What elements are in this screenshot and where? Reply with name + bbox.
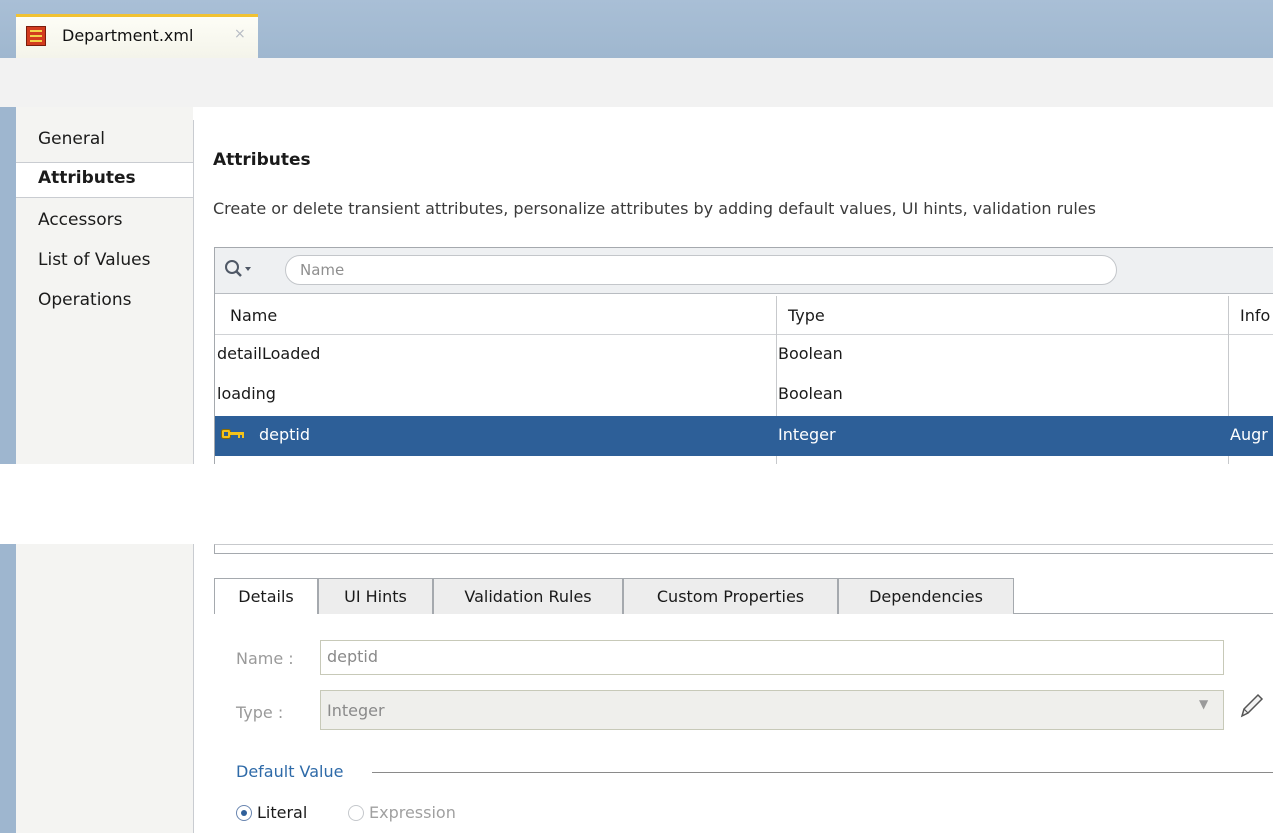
nav-item-list-of-values[interactable]: List of Values bbox=[38, 250, 150, 270]
radio-literal-label: Literal bbox=[257, 803, 308, 822]
nav-item-attributes[interactable]: Attributes bbox=[38, 168, 136, 188]
page-description: Create or delete transient attributes, p… bbox=[213, 199, 1096, 218]
panel-gap bbox=[0, 464, 1273, 544]
name-label: Name : bbox=[236, 649, 294, 668]
table-search-bar bbox=[215, 248, 1273, 294]
table-row-selected[interactable]: deptid Integer Augr bbox=[215, 416, 1273, 456]
default-value-section-title: Default Value bbox=[236, 762, 344, 781]
cell-type: Boolean bbox=[778, 384, 843, 403]
tab-ui-hints[interactable]: UI Hints bbox=[318, 578, 433, 614]
chevron-down-icon[interactable]: ▼ bbox=[1199, 697, 1208, 711]
cell-name: detailLoaded bbox=[217, 344, 321, 363]
tab-dependencies[interactable]: Dependencies bbox=[838, 578, 1014, 614]
cell-name: deptid bbox=[259, 425, 311, 444]
radio-expression-label: Expression bbox=[369, 803, 456, 822]
close-icon[interactable]: × bbox=[234, 26, 246, 42]
pencil-icon[interactable] bbox=[1236, 690, 1266, 720]
cell-name: loading bbox=[217, 384, 276, 403]
name-field[interactable]: deptid bbox=[320, 640, 1224, 675]
editor-tab-title: Department.xml bbox=[62, 26, 194, 45]
nav-item-general[interactable]: General bbox=[38, 129, 105, 149]
tab-details[interactable]: Details bbox=[214, 578, 318, 614]
table-row[interactable]: detailLoaded Boolean bbox=[215, 335, 1273, 375]
page-title: Attributes bbox=[213, 150, 311, 170]
radio-expression[interactable] bbox=[348, 805, 364, 821]
xml-file-icon bbox=[26, 26, 46, 46]
editor-toolbar bbox=[0, 58, 1273, 107]
key-icon bbox=[221, 429, 244, 439]
nav-item-operations[interactable]: Operations bbox=[38, 290, 131, 310]
tab-validation-rules[interactable]: Validation Rules bbox=[433, 578, 623, 614]
search-input[interactable] bbox=[285, 255, 1117, 285]
type-select[interactable]: Integer bbox=[320, 690, 1224, 730]
table-row[interactable]: loading Boolean bbox=[215, 375, 1273, 415]
table-bottom-edge bbox=[214, 544, 1273, 554]
section-divider bbox=[372, 772, 1273, 773]
type-label: Type : bbox=[236, 703, 284, 722]
cell-type: Integer bbox=[778, 425, 836, 444]
search-icon[interactable] bbox=[224, 259, 254, 284]
cell-type: Boolean bbox=[778, 344, 843, 363]
cell-info: Augr bbox=[1230, 425, 1268, 444]
radio-literal[interactable] bbox=[236, 805, 252, 821]
nav-item-accessors[interactable]: Accessors bbox=[38, 210, 122, 230]
editor-tab-department[interactable]: Department.xml × bbox=[16, 14, 258, 58]
tab-custom-properties[interactable]: Custom Properties bbox=[623, 578, 838, 614]
